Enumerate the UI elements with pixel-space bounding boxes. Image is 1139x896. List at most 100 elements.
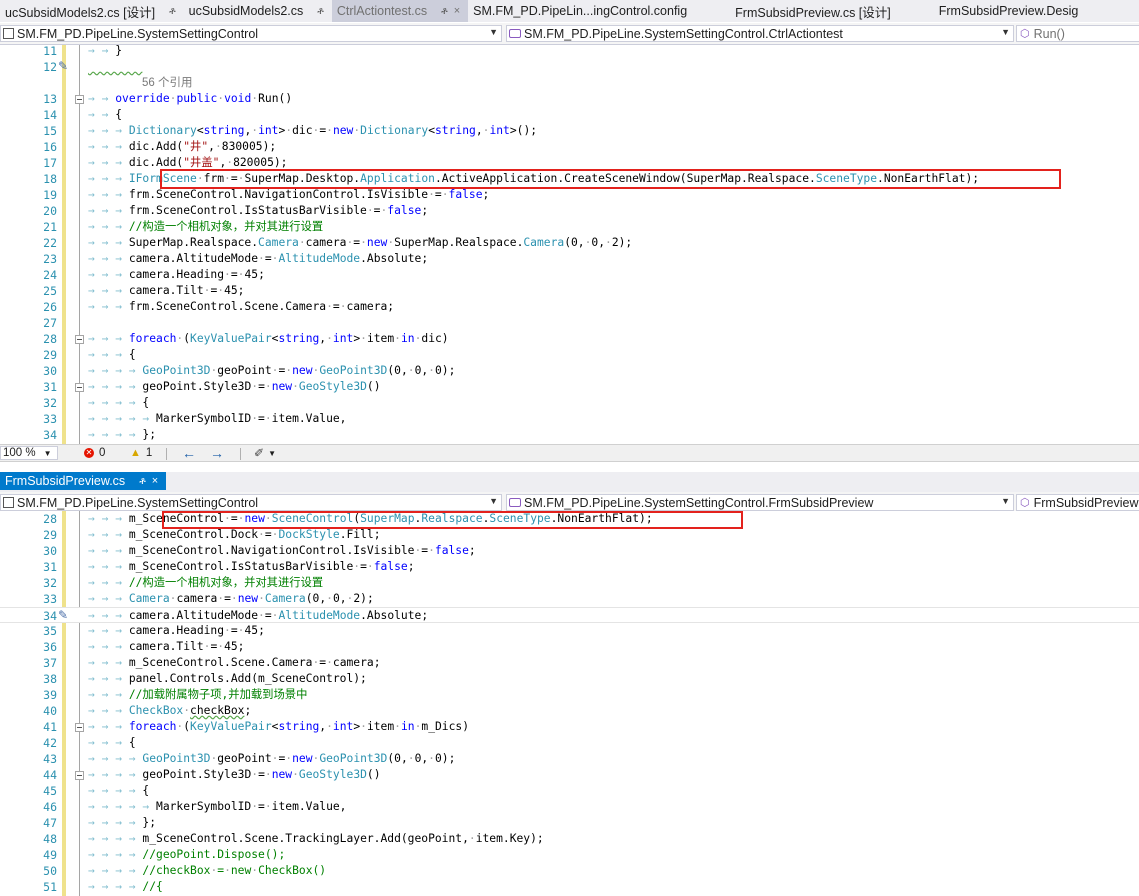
collapse-icon[interactable] [75,723,84,732]
code-line: 24 → → → camera.Heading·=·45; [43,268,265,282]
tab-config[interactable]: SM.FM_PD.PipeLin...ingControl.config [468,0,695,22]
pin-icon[interactable]: ቶ [139,476,146,487]
code-line: 22 → → → SuperMap.Realspace.Camera·camer… [43,236,633,250]
tab-frmsubsidpreview-design[interactable]: FrmSubsidPreview.Desig [899,0,1087,22]
chevron-down-icon: ▼ [1001,496,1010,506]
close-icon[interactable]: × [152,475,158,487]
chevron-down-icon: ▼ [489,496,498,506]
code-line: 28 → → → foreach·(KeyValuePair<string,·i… [43,332,449,346]
code-line: 19 → → → frm.SceneControl.NavigationCont… [43,188,490,202]
pin-icon[interactable]: ቶ [441,6,448,17]
code-line: 23 → → → camera.AltitudeMode·=·AltitudeM… [43,252,429,266]
navigate-forward-button[interactable]: → [210,445,224,461]
error-count[interactable]: ✕ 0 [84,446,105,460]
tab-label: ucSubsidModels2.cs [设计] [5,5,156,20]
code-line: 30 → → → m_SceneControl.NavigationContro… [43,544,476,558]
arrow-right-icon: → [210,445,224,461]
tab-label: FrmSubsidPreview.Desig [938,4,1079,18]
chevron-down-icon: ▼ [268,448,276,458]
code-line: 12 ✎ [43,59,69,74]
warning-count[interactable]: ▲ 1 [130,446,152,460]
code-line: 21 → → → //构造一个相机对象，并对其进行设置 [43,220,324,234]
code-line: 16 → → → dic.Add("井",·830005); [43,140,277,154]
code-line: 29 → → → { [43,348,136,362]
chevron-down-icon: ▼ [1001,27,1010,37]
member-name: FrmSubsidPreview [1033,495,1139,510]
code-line: 39 → → → //加载附属物子项,并加载到场景中 [43,688,308,702]
code-line: 45 → → → → { [43,784,150,798]
splitter[interactable] [0,462,1139,472]
type-name: SM.FM_PD.PipeLine.SystemSettingControl.F… [524,495,874,510]
tab-label: ucSubsidModels2.cs [188,4,304,18]
code-line: 33 → → → → → MarkerSymbolID·=·item.Value… [43,412,347,426]
member-name: Run() [1033,26,1065,41]
highlight-box-bottom [162,511,743,529]
code-line: 38 → → → panel.Controls.Add(m_SceneContr… [43,672,367,686]
project-dropdown[interactable]: SM.FM_PD.PipeLine.SystemSettingControl ▼ [0,494,502,511]
tab-ctrlactiontest-cs[interactable]: CtrlActiontest.cs ቶ × [331,0,469,22]
brush-icon: ✐ [254,446,265,460]
code-line: 48 → → → → m_SceneControl.Scene.Tracking… [43,832,544,846]
arrow-left-icon: ← [182,445,196,461]
collapse-icon[interactable] [75,335,84,344]
codelens-line: 56 个引用 [0,75,1139,91]
bottom-document-tabs: FrmSubsidPreview.cs ቶ × [0,472,1139,494]
project-name: SM.FM_PD.PipeLine.SystemSettingControl [17,495,259,510]
code-line: 25 → → → camera.Tilt·=·45; [43,284,245,298]
code-line: 37 → → → m_SceneControl.Scene.Camera·=·c… [43,656,381,670]
project-dropdown[interactable]: SM.FM_PD.PipeLine.SystemSettingControl ▼ [0,25,502,42]
zoom-dropdown[interactable]: 100 % ▼ [0,446,58,460]
project-icon [3,28,14,39]
tab-ucsubsidmodels2-cs[interactable]: ucSubsidModels2.cs ቶ [184,0,332,22]
current-line: 34 ✎ → → → camera.AltitudeMode·=·Altitud… [0,607,1139,623]
code-line: 31 → → → → geoPoint.Style3D·=·new·GeoSty… [43,380,381,394]
member-dropdown[interactable]: ⬡ Run() [1016,25,1139,42]
tab-frmsubsidpreview-designer[interactable]: FrmSubsidPreview.cs [设计] [695,0,899,22]
quick-action-icon[interactable]: ✎ [58,59,68,73]
pin-icon[interactable]: ቶ [317,6,324,17]
editor-status-bar: 100 % ▼ ✕ 0 ▲ 1 ← → ✐ ▼ [0,444,1139,462]
code-line: 29 → → → m_SceneControl.Dock·=·DockStyle… [43,528,381,542]
chevron-down-icon: ▼ [43,448,52,458]
type-dropdown[interactable]: SM.FM_PD.PipeLine.SystemSettingControl.C… [506,25,1014,42]
zoom-level: 100 % [3,447,36,459]
code-line: 42 → → → { [43,736,136,750]
collapse-icon[interactable] [75,95,84,104]
code-line: 51 → → → → //{ [43,880,163,894]
top-document-tabs: ucSubsidModels2.cs [设计] ቶ ucSubsidModels… [0,0,1139,22]
code-line: 46 → → → → → MarkerSymbolID·=·item.Value… [43,800,347,814]
bottom-code-editor[interactable]: 28 → → → m_SceneControl·=·new·SceneContr… [0,511,1139,896]
method-icon: ⬡ [1020,497,1030,509]
close-icon[interactable]: × [454,5,460,17]
code-line: 49 → → → → //geoPoint.Dispose(); [43,848,286,862]
method-icon: ⬡ [1020,28,1030,40]
quick-action-icon[interactable]: ✎ [58,608,68,622]
tab-label: FrmSubsidPreview.cs [设计] [735,5,891,20]
collapse-icon[interactable] [75,771,84,780]
code-cleanup-button[interactable]: ✐ ▼ [254,446,276,460]
collapse-icon[interactable] [75,383,84,392]
highlight-box-top [160,169,1061,189]
code-line: 34 → → → → }; [43,428,157,442]
reference-count-link[interactable]: 56 个引用 [142,77,193,89]
member-dropdown[interactable]: ⬡ FrmSubsidPreview [1016,494,1139,511]
class-icon [509,498,521,507]
code-line: 15 → → → Dictionary<string,·int>·dic·=·n… [43,124,538,138]
code-line: 41 → → → foreach·(KeyValuePair<string,·i… [43,720,470,734]
pin-icon[interactable]: ቶ [169,6,176,17]
code-line: 13 → → override·public·void·Run() [43,92,293,106]
code-line: 35 → → → camera.Heading·=·45; [43,624,265,638]
code-line: 36 → → → camera.Tilt·=·45; [43,640,245,654]
type-dropdown[interactable]: SM.FM_PD.PipeLine.SystemSettingControl.F… [506,494,1014,511]
code-line: 31 → → → m_SceneControl.IsStatusBarVisib… [43,560,415,574]
tab-frmsubsidpreview-cs[interactable]: FrmSubsidPreview.cs ቶ × [0,472,167,490]
tab-ucsubsidmodels2-designer[interactable]: ucSubsidModels2.cs [设计] ቶ [0,0,184,22]
code-line: 33 → → → Camera·camera·=·new·Camera(0,·0… [43,592,374,606]
warning-icon: ▲ [130,447,141,459]
navigate-back-button[interactable]: ← [182,445,196,461]
project-icon [3,497,14,508]
tab-label: SM.FM_PD.PipeLin...ingControl.config [473,4,688,18]
top-code-editor[interactable]: 11 → → } 12 ✎ 56 个引用 13 → → override·pub… [0,45,1139,444]
tab-label: FrmSubsidPreview.cs [5,474,126,488]
code-line: 14 → → { [43,108,123,122]
